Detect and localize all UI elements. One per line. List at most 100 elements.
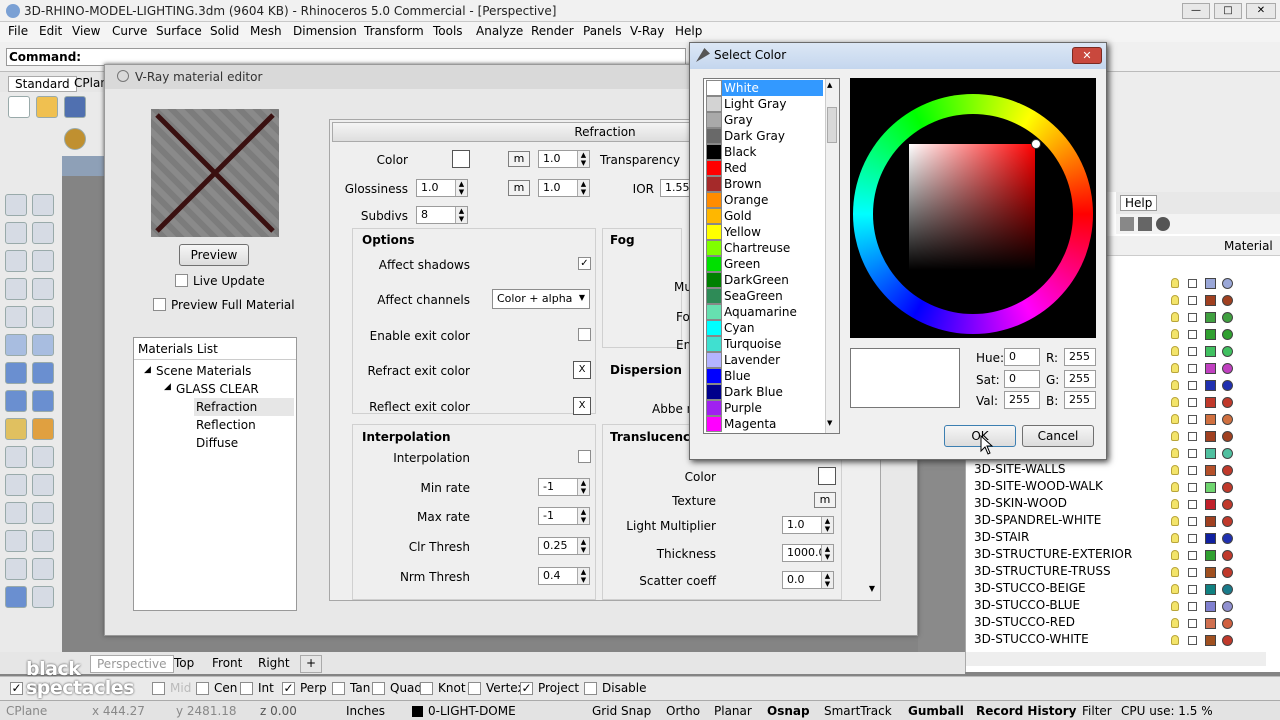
menu-edit[interactable]: Edit xyxy=(39,24,62,38)
menu-tools[interactable]: Tools xyxy=(433,24,463,38)
texture-map-button[interactable]: m xyxy=(814,492,836,508)
glossiness-input[interactable]: 1.0 ▲ ▼ xyxy=(416,179,468,197)
color-list-item[interactable]: Brown xyxy=(706,176,823,192)
layer-color-swatch[interactable] xyxy=(1205,346,1216,357)
sat-input[interactable]: 0 xyxy=(1004,370,1040,388)
color-list-item[interactable]: Gold xyxy=(706,208,823,224)
val-input[interactable]: 255 xyxy=(1004,391,1040,409)
lock-icon[interactable] xyxy=(1188,432,1197,441)
layer-color-swatch[interactable] xyxy=(1205,567,1216,578)
color-list-item[interactable]: Blue xyxy=(706,368,823,384)
color-list-item[interactable]: DarkGreen xyxy=(706,272,823,288)
preview-button[interactable]: Preview xyxy=(179,244,249,266)
material-circle-icon[interactable] xyxy=(1222,618,1233,629)
mirror-icon[interactable] xyxy=(32,558,54,580)
lock-icon[interactable] xyxy=(1188,313,1197,322)
polyline-icon[interactable] xyxy=(5,222,27,244)
color-list-item[interactable]: Green xyxy=(706,256,823,272)
layer-row[interactable]: 3D-STUCCO-BEIGE xyxy=(974,581,1264,598)
osnap-checkbox[interactable] xyxy=(584,682,597,695)
osnap-toggle[interactable]: Osnap xyxy=(767,704,810,718)
glossiness-map-button[interactable]: m xyxy=(508,180,530,196)
gumball-toggle[interactable]: Gumball xyxy=(908,704,964,718)
layer-row[interactable]: 3D-STAIR xyxy=(974,530,1264,547)
color-picker-handle[interactable] xyxy=(1031,139,1041,149)
layer-color-swatch[interactable] xyxy=(1205,312,1216,323)
color-list-item[interactable]: Dark Gray xyxy=(706,128,823,144)
nrm-thresh-input[interactable]: 0.4 ▲ ▼ xyxy=(538,567,590,585)
layer-row[interactable]: 3D-SPANDREL-WHITE xyxy=(974,513,1264,530)
menu-dimension[interactable]: Dimension xyxy=(293,24,357,38)
tab-standard[interactable]: Standard xyxy=(8,76,77,92)
tree-reflection[interactable]: Reflection xyxy=(196,418,256,432)
material-circle-icon[interactable] xyxy=(1222,601,1233,612)
menu-help[interactable]: Help xyxy=(675,24,702,38)
color-list-item[interactable]: Dark Blue xyxy=(706,384,823,400)
split-icon[interactable] xyxy=(32,446,54,468)
material-circle-icon[interactable] xyxy=(1222,414,1233,425)
osnap-checkbox[interactable] xyxy=(240,682,253,695)
osnap-checkbox[interactable] xyxy=(196,682,209,695)
menu-file[interactable]: File xyxy=(8,24,28,38)
osnap-checkbox[interactable]: ✓ xyxy=(520,682,533,695)
max-rate-input[interactable]: -1 ▲ ▼ xyxy=(538,507,590,525)
light-bulb-icon[interactable] xyxy=(1171,380,1179,390)
fillet-icon[interactable] xyxy=(32,306,54,328)
layer-color-swatch[interactable] xyxy=(1205,278,1216,289)
menu-surface[interactable]: Surface xyxy=(156,24,202,38)
dimension-icon[interactable] xyxy=(32,586,54,608)
color-wheel-area[interactable] xyxy=(850,78,1096,338)
menu-view[interactable]: View xyxy=(72,24,100,38)
light-bulb-icon[interactable] xyxy=(1171,312,1179,322)
mesh-icon[interactable] xyxy=(32,390,54,412)
lock-icon[interactable] xyxy=(1188,466,1197,475)
layer-color-swatch[interactable] xyxy=(1205,329,1216,340)
lock-icon[interactable] xyxy=(1188,415,1197,424)
array-icon[interactable] xyxy=(5,558,27,580)
layer-color-swatch[interactable] xyxy=(1205,397,1216,408)
ellipse-icon[interactable] xyxy=(5,306,27,328)
lock-icon[interactable] xyxy=(1188,364,1197,373)
layer-row[interactable]: 3D-SKIN-WOOD xyxy=(974,496,1264,513)
lock-icon[interactable] xyxy=(1188,619,1197,628)
material-circle-icon[interactable] xyxy=(1222,397,1233,408)
loft-icon[interactable] xyxy=(32,334,54,356)
close-window-button[interactable]: ✕ xyxy=(1246,3,1276,19)
lock-icon[interactable] xyxy=(1188,330,1197,339)
extrude-icon[interactable] xyxy=(5,390,27,412)
clr-thresh-input[interactable]: 0.25 ▲ ▼ xyxy=(538,537,590,555)
layer-color-swatch[interactable] xyxy=(1205,380,1216,391)
curve-icon[interactable] xyxy=(32,222,54,244)
light-bulb-icon[interactable] xyxy=(1171,618,1179,628)
color-list-item[interactable]: Cyan xyxy=(706,320,823,336)
menu-curve[interactable]: Curve xyxy=(112,24,147,38)
color-list-item[interactable]: Light Gray xyxy=(706,96,823,112)
material-circle-icon[interactable] xyxy=(1222,516,1233,527)
add-viewport-icon[interactable]: + xyxy=(300,655,323,673)
ior-input[interactable]: 1.55 xyxy=(660,179,690,197)
refraction-color-map-button[interactable]: m xyxy=(508,151,530,167)
block-icon[interactable] xyxy=(5,586,27,608)
layer-color-swatch[interactable] xyxy=(1205,431,1216,442)
g-input[interactable]: 255 xyxy=(1064,370,1096,388)
color-list-item[interactable]: Red xyxy=(706,160,823,176)
layers-scrollbar[interactable] xyxy=(966,652,1266,666)
grid-snap-toggle[interactable]: Grid Snap xyxy=(592,704,651,718)
arc-icon[interactable] xyxy=(32,250,54,272)
layer-color-swatch[interactable] xyxy=(1205,295,1216,306)
osnap-checkbox[interactable]: ✓ xyxy=(10,682,23,695)
layer-row[interactable]: 3D-STUCCO-WHITE xyxy=(974,632,1264,649)
light-bulb-icon[interactable] xyxy=(1171,346,1179,356)
menu-mesh[interactable]: Mesh xyxy=(250,24,282,38)
scroll-down-arrow[interactable]: ▼ xyxy=(866,580,878,598)
light-bulb-icon[interactable] xyxy=(1171,635,1179,645)
lock-icon[interactable] xyxy=(1188,602,1197,611)
color-list-item[interactable]: SeaGreen xyxy=(706,288,823,304)
material-circle-icon[interactable] xyxy=(1222,346,1233,357)
tab-top[interactable]: Top xyxy=(168,655,200,673)
lock-icon[interactable] xyxy=(1188,279,1197,288)
osnap-checkbox[interactable] xyxy=(468,682,481,695)
lock-icon[interactable] xyxy=(1188,636,1197,645)
reflect-exit-color-swatch[interactable]: X xyxy=(573,397,591,415)
light-bulb-icon[interactable] xyxy=(1171,499,1179,509)
